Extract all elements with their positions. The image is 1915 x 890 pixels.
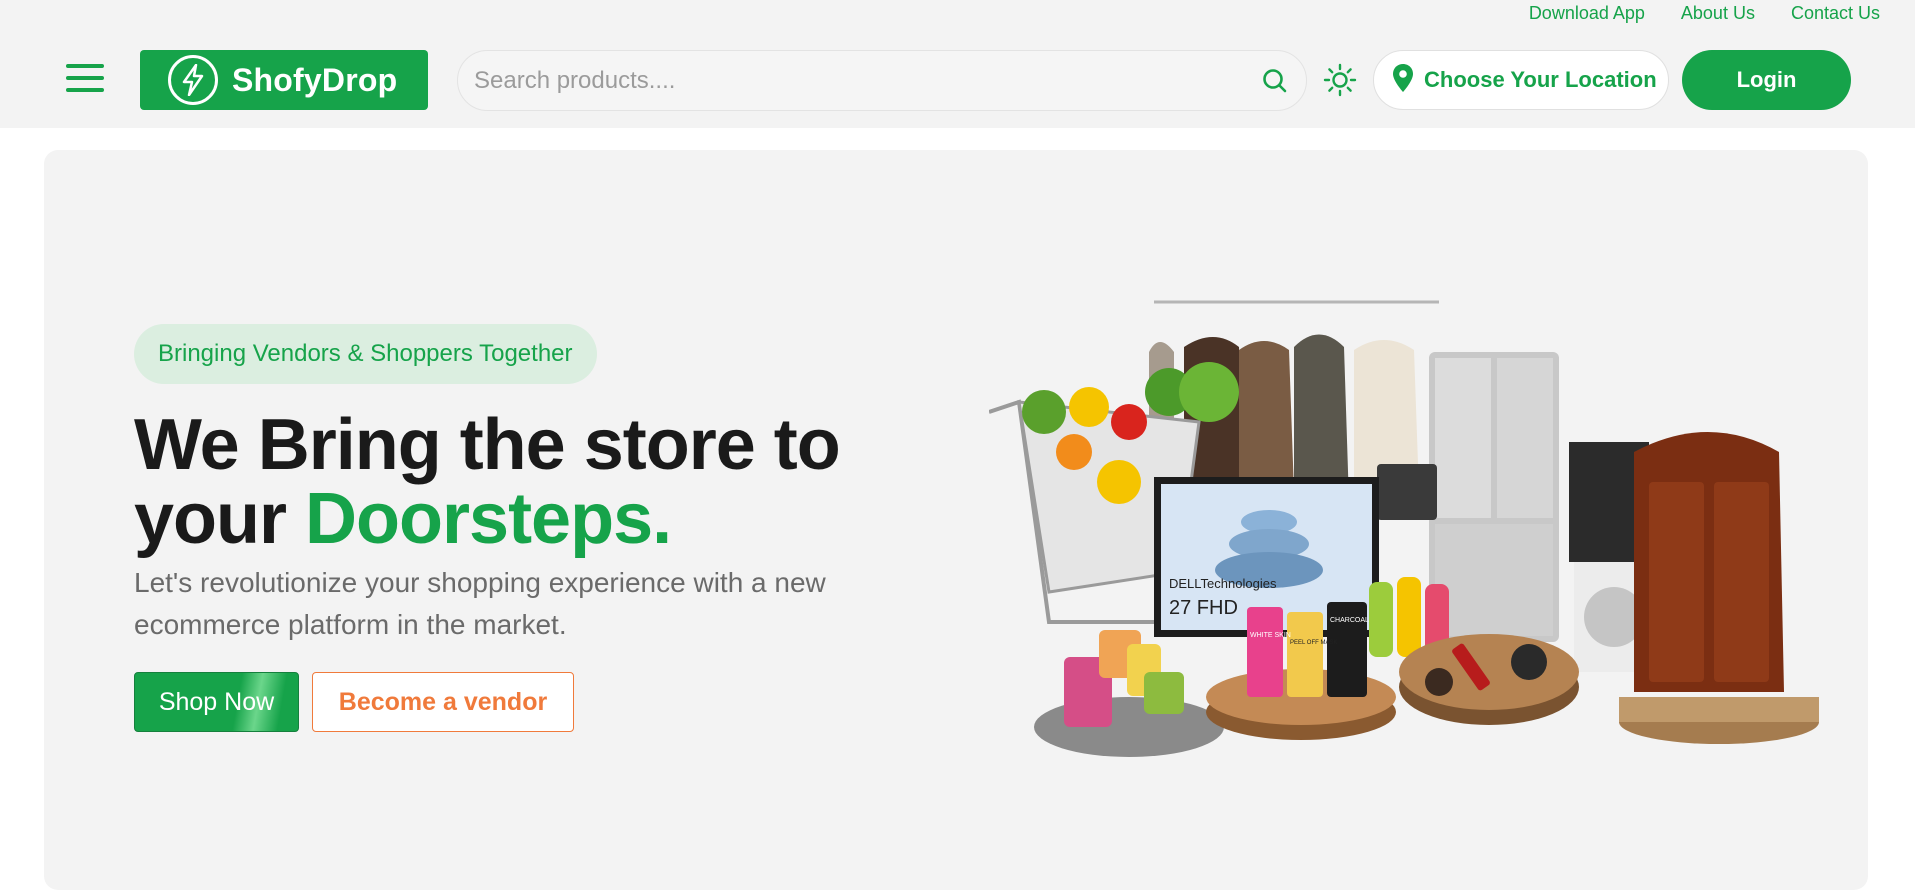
- monitor-brand-text: DELLTechnologies: [1169, 576, 1277, 591]
- search-bar: [457, 50, 1307, 111]
- shop-now-button[interactable]: Shop Now: [134, 672, 299, 732]
- wardrobe-image: [1619, 432, 1819, 744]
- cosmetics-image: [1399, 634, 1579, 725]
- hero-subtext: Let's revolutionize your shopping experi…: [134, 567, 826, 640]
- contact-us-link[interactable]: Contact Us: [1791, 3, 1880, 24]
- mask-label-2: CHARCOAL: [1330, 617, 1369, 624]
- mask-label-0: WHITE SKIN: [1250, 632, 1291, 639]
- choose-location-button[interactable]: Choose Your Location: [1373, 50, 1669, 110]
- login-button[interactable]: Login: [1682, 50, 1851, 110]
- headline-accent: Doorsteps.: [305, 479, 672, 559]
- microwave-image: [1377, 464, 1437, 520]
- hero-headline: We Bring the store to your Doorsteps.: [134, 408, 894, 556]
- download-app-link[interactable]: Download App: [1529, 3, 1645, 24]
- hero-product-collage: DELLTechnologies 27 FHD WHITE SKIN PEEL …: [989, 300, 1819, 757]
- main-header: ShofyDrop Choose Yo: [0, 50, 1915, 111]
- lightning-bolt-icon: [168, 55, 218, 105]
- hero-banner: Bringing Vendors & Shoppers Together We …: [44, 150, 1868, 890]
- become-vendor-button[interactable]: Become a vendor: [312, 672, 574, 732]
- search-input[interactable]: [474, 66, 1260, 95]
- sun-icon[interactable]: [1322, 62, 1358, 98]
- monitor-model-text: 27 FHD: [1169, 597, 1238, 619]
- about-us-link[interactable]: About Us: [1681, 3, 1755, 24]
- top-utility-links: Download App About Us Contact Us: [1529, 0, 1915, 26]
- logo[interactable]: ShofyDrop: [140, 50, 428, 110]
- hero-tagline-badge: Bringing Vendors & Shoppers Together: [134, 324, 597, 384]
- location-label: Choose Your Location: [1424, 67, 1657, 92]
- mask-label-1: PEEL OFF MASK: [1290, 640, 1337, 646]
- search-icon[interactable]: [1260, 66, 1290, 96]
- hamburger-menu-icon[interactable]: [66, 64, 104, 94]
- candles-image: [1034, 630, 1224, 757]
- logo-text: ShofyDrop: [232, 61, 398, 98]
- map-pin-icon: [1392, 63, 1414, 98]
